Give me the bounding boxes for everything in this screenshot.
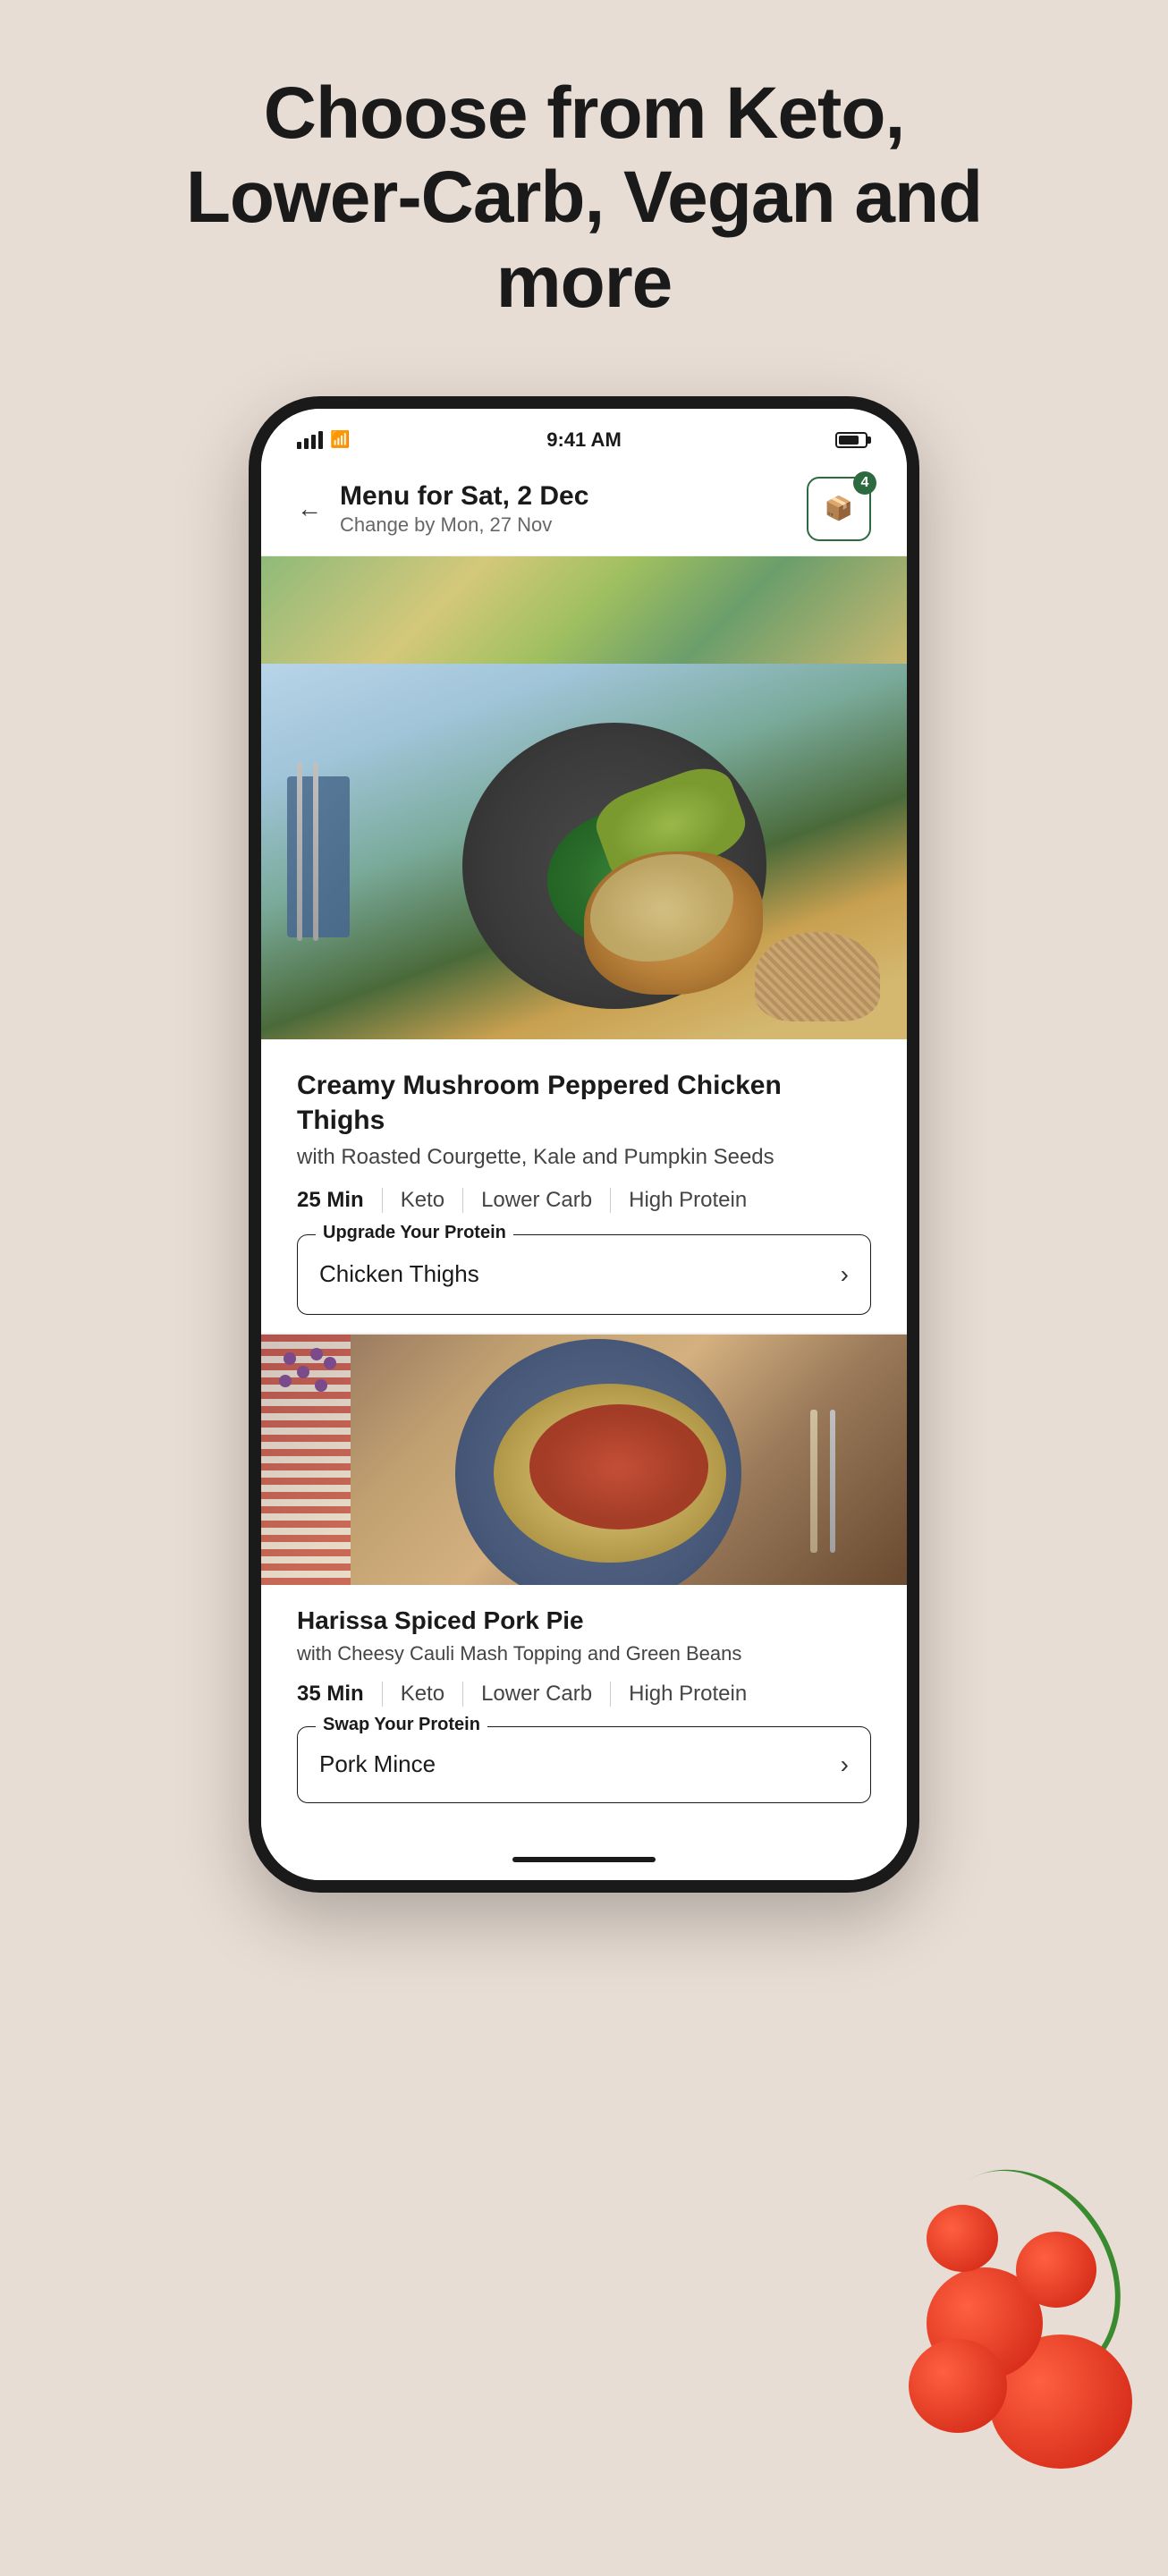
battery-body <box>835 432 868 448</box>
second-food-scene <box>261 1335 907 1585</box>
tag-lower-carb: Lower Carb <box>481 1188 611 1213</box>
status-time: 9:41 AM <box>546 428 622 452</box>
pork-pie-plate <box>455 1339 741 1585</box>
plate <box>462 723 766 1009</box>
featured-meal-subtitle: with Roasted Courgette, Kale and Pumpkin… <box>297 1145 871 1170</box>
tomatoes-decoration <box>882 2165 1168 2522</box>
battery-fill <box>839 436 859 445</box>
wifi-icon: 📶 <box>330 430 350 449</box>
fork-knife-decoration <box>297 762 318 941</box>
signal-bars-icon <box>297 431 323 449</box>
protein-value: Chicken Thighs <box>319 1260 479 1288</box>
featured-meal-image <box>261 664 907 1039</box>
second-knife-icon <box>810 1410 817 1553</box>
flower-2 <box>297 1366 309 1378</box>
battery-icon <box>835 432 871 448</box>
back-button[interactable]: ← <box>297 495 322 523</box>
flower-1 <box>284 1352 296 1365</box>
flower-4 <box>279 1375 292 1387</box>
status-bar: 📶 9:41 AM <box>261 409 907 462</box>
second-meal-title: Harissa Spiced Pork Pie <box>297 1606 871 1635</box>
flower-5 <box>315 1379 327 1392</box>
second-tag-keto: Keto <box>401 1682 463 1707</box>
page-headline: Choose from Keto, Lower-Carb, Vegan and … <box>182 72 986 325</box>
tomato-3 <box>909 2339 1007 2433</box>
second-tag-high-protein: High Protein <box>629 1682 747 1707</box>
knife-icon <box>313 762 318 941</box>
home-bar <box>512 1857 656 1862</box>
partial-meal-image <box>261 556 907 664</box>
second-fork-icon <box>830 1410 835 1553</box>
basket-decoration <box>755 932 880 1021</box>
swap-value: Pork Mince <box>319 1750 436 1778</box>
signal-bar-4 <box>318 431 323 449</box>
featured-meal-tags: 25 Min Keto Lower Carb High Protein <box>297 1188 871 1213</box>
second-meal-card: Harissa Spiced Pork Pie with Cheesy Caul… <box>261 1335 907 1844</box>
box-icon: 📦 <box>825 495 853 522</box>
home-indicator <box>261 1844 907 1880</box>
upgrade-protein-row[interactable]: Chicken Thighs › <box>298 1235 870 1314</box>
signal-bar-3 <box>311 435 316 449</box>
signal-bar-2 <box>304 438 309 449</box>
pork-pie-filling <box>529 1404 708 1530</box>
food-scene <box>261 664 907 1039</box>
second-meal-tags: 35 Min Keto Lower Carb High Protein <box>297 1682 871 1707</box>
battery-tip <box>868 436 871 444</box>
second-meal-image <box>261 1335 907 1585</box>
second-tag-lower-carb: Lower Carb <box>481 1682 611 1707</box>
swap-protein-label: Swap Your Protein <box>316 1715 487 1735</box>
flowers-decoration <box>270 1343 342 1415</box>
featured-meal-time: 25 Min <box>297 1188 383 1213</box>
flower-3 <box>310 1348 323 1360</box>
phone-frame: 📶 9:41 AM ← Menu for Sat, 2 Dec Change b… <box>249 396 919 1893</box>
tomato-5 <box>927 2205 998 2272</box>
page-wrapper: Choose from Keto, Lower-Carb, Vegan and … <box>0 0 1168 2576</box>
nav-bar: ← Menu for Sat, 2 Dec Change by Mon, 27 … <box>261 462 907 556</box>
tag-high-protein: High Protein <box>629 1188 747 1213</box>
fork-icon <box>297 762 302 941</box>
signal-bar-1 <box>297 442 301 449</box>
nav-subtitle: Change by Mon, 27 Nov <box>340 513 807 537</box>
back-arrow-icon: ← <box>297 495 322 523</box>
second-meal-subtitle: with Cheesy Cauli Mash Topping and Green… <box>297 1642 871 1665</box>
featured-card-info: Creamy Mushroom Peppered Chicken Thighs … <box>261 1039 907 1333</box>
swap-protein-row[interactable]: Pork Mince › <box>298 1727 870 1802</box>
tomato-4 <box>1016 2232 1096 2308</box>
chevron-right-icon: › <box>841 1260 849 1289</box>
box-badge: 4 <box>853 471 876 495</box>
partial-meal-card <box>261 556 907 664</box>
nav-title-block: Menu for Sat, 2 Dec Change by Mon, 27 No… <box>322 481 807 537</box>
swap-protein-box[interactable]: Swap Your Protein Pork Mince › <box>297 1726 871 1803</box>
upgrade-protein-label: Upgrade Your Protein <box>316 1223 513 1243</box>
box-icon-button[interactable]: 📦 4 <box>807 477 871 541</box>
swap-chevron-right-icon: › <box>841 1750 849 1779</box>
tag-keto: Keto <box>401 1188 463 1213</box>
status-left: 📶 <box>297 430 350 449</box>
second-card-info: Harissa Spiced Pork Pie with Cheesy Caul… <box>261 1585 907 1844</box>
nav-title: Menu for Sat, 2 Dec <box>340 481 807 512</box>
featured-meal-title: Creamy Mushroom Peppered Chicken Thighs <box>297 1068 871 1138</box>
upgrade-protein-box[interactable]: Upgrade Your Protein Chicken Thighs › <box>297 1234 871 1315</box>
featured-meal-card: Creamy Mushroom Peppered Chicken Thighs … <box>261 664 907 1333</box>
second-meal-time: 35 Min <box>297 1682 383 1707</box>
flower-6 <box>324 1357 336 1369</box>
pork-pie-topping <box>494 1384 726 1563</box>
